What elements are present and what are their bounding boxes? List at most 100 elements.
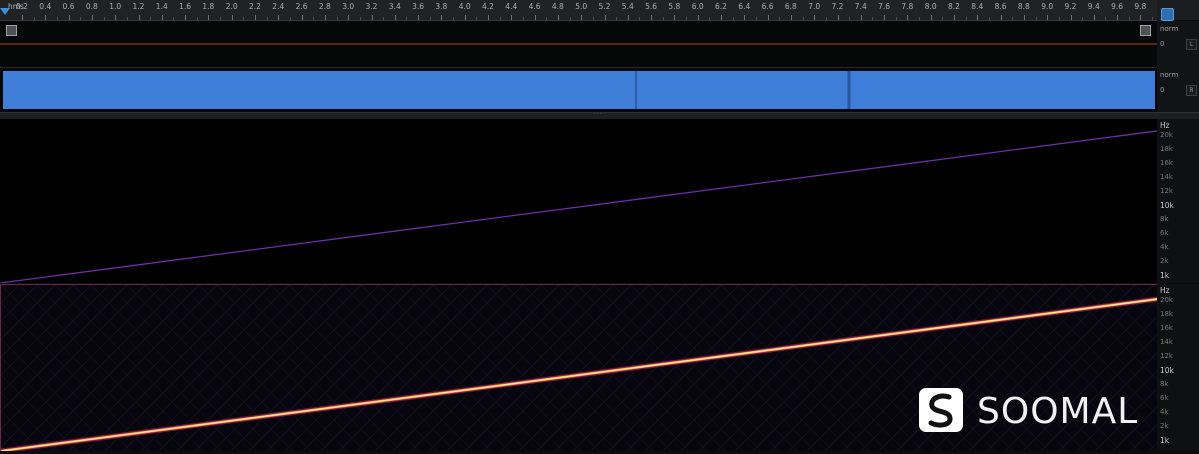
ruler-tick-minor <box>476 17 478 20</box>
resize-grip-icon[interactable] <box>1140 25 1151 36</box>
ruler-tick <box>860 15 862 20</box>
waveform-left-overlay <box>0 43 1157 45</box>
ruler-tick <box>1047 15 1049 20</box>
ruler-tick-minor <box>942 17 944 20</box>
ruler-tick-minor <box>522 17 524 20</box>
ruler-tick-minor <box>150 17 152 20</box>
ruler-tick <box>278 15 280 20</box>
frequency-label: 6k <box>1160 394 1169 402</box>
ruler-tick <box>884 15 886 20</box>
ruler-tick-minor <box>336 17 338 20</box>
ruler-tick-minor <box>499 17 501 20</box>
ruler-tick-minor <box>1012 17 1014 20</box>
waveform-track-left[interactable] <box>0 21 1157 68</box>
amplitude-scale-left: norm 0 L <box>1157 21 1199 68</box>
ruler-label: 5.2 <box>598 2 611 11</box>
channel-toggle-left[interactable]: L <box>1186 39 1197 50</box>
ruler-tick-minor <box>802 17 804 20</box>
ruler-label: 7.2 <box>831 2 844 11</box>
ruler-label: 5.8 <box>668 2 681 11</box>
channel-toggle-right[interactable]: R <box>1186 85 1197 96</box>
ruler-tick <box>837 15 839 20</box>
waveform-track-right[interactable] <box>0 68 1157 112</box>
ruler-label: 1.6 <box>179 2 192 11</box>
ruler-label: 3.4 <box>388 2 401 11</box>
spectral-view-left[interactable] <box>0 119 1157 283</box>
ruler-tick <box>814 15 816 20</box>
ruler-tick <box>348 15 350 20</box>
ruler-label: 4.6 <box>528 2 541 11</box>
ruler-tick-minor <box>243 17 245 20</box>
ruler-tick-minor <box>453 17 455 20</box>
frequency-label: 2k <box>1160 257 1169 265</box>
ruler-tick <box>604 15 606 20</box>
ruler-label: 9.2 <box>1064 2 1077 11</box>
frequency-label: 20k <box>1160 131 1173 139</box>
scale-unit: norm <box>1160 71 1179 79</box>
frequency-label: 8k <box>1160 215 1169 223</box>
frequency-label: 20k <box>1160 296 1173 304</box>
frequency-label: 16k <box>1160 324 1173 332</box>
ruler-label: 6.0 <box>691 2 704 11</box>
ruler-tick <box>627 15 629 20</box>
magnet-snap-icon[interactable] <box>1161 8 1174 21</box>
ruler-tick <box>744 15 746 20</box>
soomal-logo-icon <box>919 388 963 432</box>
frequency-label: 4k <box>1160 243 1169 251</box>
ruler-label: 0.8 <box>85 2 98 11</box>
ruler-label: 3.0 <box>342 2 355 11</box>
ruler-tick-minor <box>383 17 385 20</box>
ruler-tick-minor <box>289 17 291 20</box>
ruler-tick <box>371 15 373 20</box>
ruler-tick <box>441 15 443 20</box>
ruler-tick-minor <box>779 17 781 20</box>
spectral-left-svg <box>0 130 1157 283</box>
ruler-label: 7.8 <box>901 2 914 11</box>
ruler-label: 3.6 <box>412 2 425 11</box>
ruler-label: 4.8 <box>551 2 564 11</box>
ruler-label: 0.4 <box>39 2 52 11</box>
ruler-tick <box>557 15 559 20</box>
frequency-label: 14k <box>1160 173 1173 181</box>
ruler-label: 3.8 <box>435 2 448 11</box>
scale-zero: 0 <box>1160 40 1165 48</box>
ruler-tick-minor <box>732 17 734 20</box>
ruler-tick <box>91 15 93 20</box>
ruler-tick-minor <box>965 17 967 20</box>
ruler-label: 8.8 <box>1017 2 1030 11</box>
frequency-label: 6k <box>1160 229 1169 237</box>
ruler-tick-minor <box>849 17 851 20</box>
ruler-label: 0.2 <box>16 2 28 11</box>
ruler-tick-minor <box>1082 17 1084 20</box>
ruler-tick <box>790 15 792 20</box>
ruler-tick-minor <box>266 17 268 20</box>
time-ruler[interactable]: hms 0.2 0.4 0.6 0.8 1.0 1.2 1.4 1.6 1.8 2.0 2.2 2.4… <box>0 0 1157 21</box>
ruler-label: 2.2 <box>249 2 261 11</box>
resize-grip-icon[interactable] <box>6 25 17 36</box>
ruler-label: 6.2 <box>715 2 727 11</box>
ruler-tick <box>161 15 163 20</box>
ruler-tick <box>721 15 722 20</box>
ruler-tick <box>22 15 23 20</box>
ruler-tick-minor <box>825 17 827 20</box>
ruler-label: 9.6 <box>1111 2 1124 11</box>
ruler-tick-minor <box>313 17 315 20</box>
ruler-tick <box>674 15 676 20</box>
ruler-label: 3.2 <box>365 2 378 11</box>
ruler-label: 4.2 <box>482 2 494 11</box>
ruler-tick <box>1140 15 1142 20</box>
ruler-label: 6.8 <box>784 2 797 11</box>
ruler-tick-minor <box>406 17 408 20</box>
ruler-tick <box>1023 15 1025 20</box>
ruler-tick <box>534 15 536 20</box>
ruler-label: 2.8 <box>318 2 331 11</box>
divider-grip-icon[interactable]: ··· <box>594 112 608 118</box>
ruler-tick <box>138 15 140 20</box>
ruler-tick-minor <box>639 17 641 20</box>
ruler-tick <box>255 15 256 20</box>
frequency-label: 2k <box>1160 422 1169 430</box>
ruler-tick-minor <box>1152 17 1154 20</box>
ruler-label: 2.6 <box>295 2 308 11</box>
ruler-tick-minor <box>103 17 105 20</box>
ruler-tick <box>907 15 909 20</box>
